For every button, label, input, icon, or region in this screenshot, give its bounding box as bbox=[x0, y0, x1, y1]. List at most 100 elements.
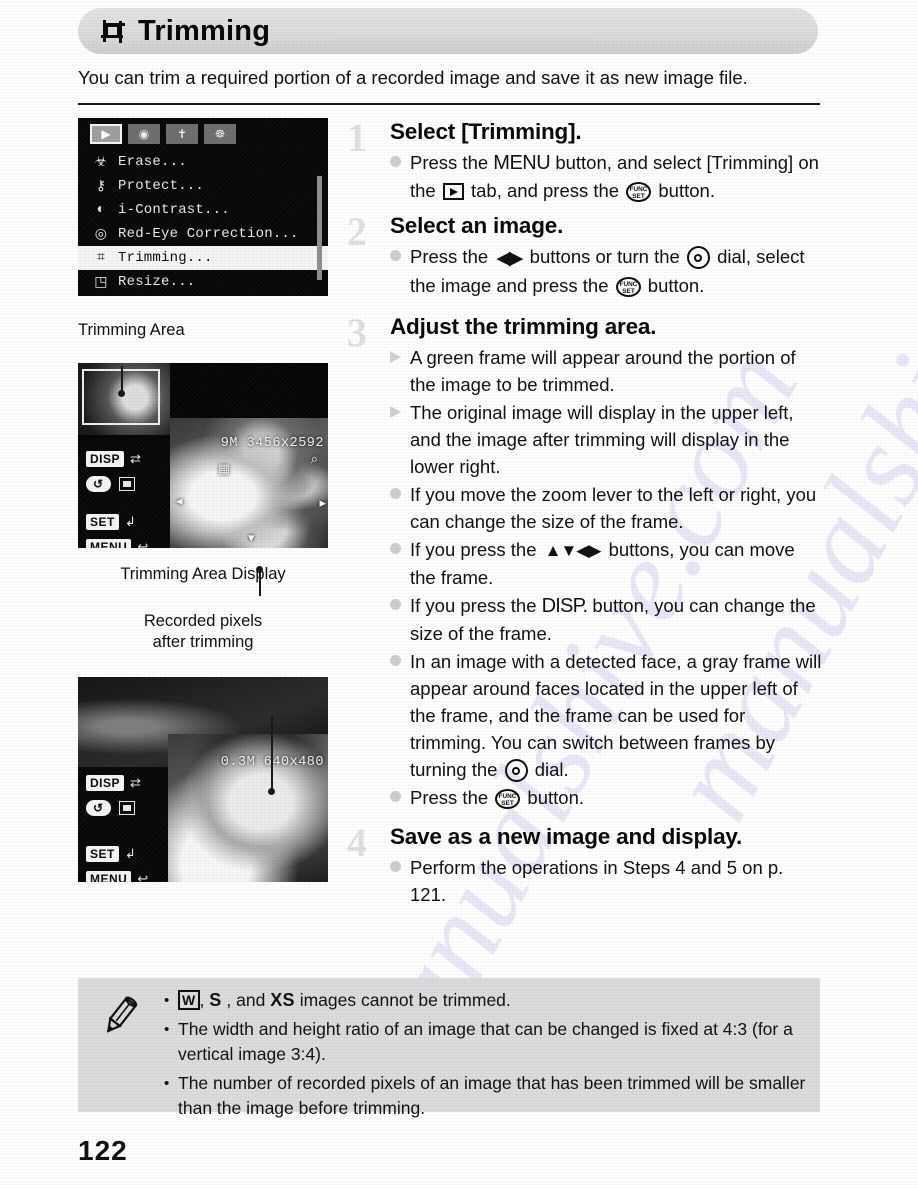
step-bullet: Press the MENU button, and select [Trimm… bbox=[390, 149, 822, 204]
disp-key-label: DISP bbox=[86, 775, 125, 791]
steps-column: 1 Select [Trimming]. Press the MENU butt… bbox=[347, 118, 822, 910]
hint-menu: MENU ↩ bbox=[86, 871, 148, 882]
bullet-dot-icon bbox=[390, 149, 410, 204]
func-set-button-glyph: FUNC SET bbox=[615, 277, 641, 297]
bullet-dot-icon bbox=[390, 784, 410, 811]
menu-item-red-eye-correction[interactable]: ◎ Red-Eye Correction... bbox=[78, 222, 328, 246]
hint-set: SET ↲ bbox=[86, 846, 148, 862]
step-bullet: Press the FUNC SET button. bbox=[390, 784, 822, 811]
recorded-pixels-caption-line2: after trimming bbox=[152, 633, 254, 651]
menu-item-trimming[interactable]: ⌗ Trimming... bbox=[78, 246, 328, 270]
face-select-icon bbox=[118, 477, 135, 491]
menu-item-i-contrast[interactable]: ◐ i-Contrast... bbox=[78, 198, 328, 222]
settings-tab[interactable]: ✝ bbox=[166, 124, 198, 144]
intro-text: You can trim a required portion of a rec… bbox=[78, 67, 748, 88]
note-bullet-icon: • bbox=[164, 1021, 170, 1038]
bullet-text: In an image with a detected face, a gray… bbox=[410, 651, 822, 782]
bullet-arrow-icon bbox=[390, 344, 410, 398]
bullet-text: A green frame will appear around the por… bbox=[410, 347, 796, 395]
resize-icon: ◳ bbox=[94, 274, 108, 291]
note-text: The number of recorded pixels of an imag… bbox=[178, 1073, 806, 1118]
step-bullet: In an image with a detected face, a gray… bbox=[390, 648, 822, 783]
menu-scrollbar[interactable] bbox=[317, 176, 322, 280]
menu-button-glyph: MENU bbox=[493, 152, 551, 174]
camera-menu-list: ☣ Erase... ⚷ Protect... ◐ i-Contrast... … bbox=[78, 150, 328, 294]
left-right-buttons-glyph: ◀▶ bbox=[496, 248, 523, 269]
menu-item-erase[interactable]: ☣ Erase... bbox=[78, 150, 328, 174]
trimming-area-caption: Trimming Area bbox=[78, 321, 185, 339]
rotate-key-icon: ↺ bbox=[86, 800, 111, 816]
menu-item-label: Trimming... bbox=[118, 250, 213, 266]
step-bullet: Perform the operations in Steps 4 and 5 … bbox=[390, 854, 822, 908]
red-eye-correction-icon: ◎ bbox=[94, 226, 108, 243]
camera-menu-screenshot: ▶ ◉ ✝ ☸ ☣ Erase... ⚷ Protect... ◐ i-Cont… bbox=[78, 118, 328, 296]
rotate-key-icon: ↺ bbox=[86, 476, 111, 492]
print-tab[interactable]: ☸ bbox=[204, 124, 236, 144]
notes-list: • W, S , and XS images cannot be trimmed… bbox=[164, 988, 806, 1125]
menu-item-resize[interactable]: ◳ Resize... bbox=[78, 270, 328, 294]
recorded-pixels-caption-line1: Recorded pixels bbox=[143, 612, 263, 630]
erase-icon: ☣ bbox=[94, 154, 108, 171]
bullet-text: Press the ◀▶ buttons or turn the dial, s… bbox=[410, 246, 805, 297]
camera-menu-tabs: ▶ ◉ ✝ ☸ bbox=[90, 124, 236, 144]
bullet-text: Press the FUNC SET button. bbox=[410, 787, 585, 809]
step-bullet: Press the ◀▶ buttons or turn the dial, s… bbox=[390, 243, 822, 299]
disp-key-label: DISP bbox=[86, 451, 125, 467]
i-contrast-icon: ◐ bbox=[96, 202, 106, 218]
original-image-thumbnail bbox=[78, 363, 170, 435]
hint-disp: DISP ⇄ bbox=[86, 451, 148, 467]
bullet-text: If you move the zoom lever to the left o… bbox=[410, 484, 817, 532]
note-text: The width and height ratio of an image t… bbox=[178, 1019, 793, 1064]
header-divider bbox=[78, 103, 820, 105]
shooting-tab[interactable]: ◉ bbox=[128, 124, 160, 144]
bullet-text: The original image will display in the u… bbox=[410, 402, 794, 477]
note-item: • W, S , and XS images cannot be trimmed… bbox=[164, 988, 806, 1013]
note-item: • The width and height ratio of an image… bbox=[164, 1017, 806, 1067]
control-dial-glyph bbox=[504, 759, 528, 782]
bullet-text: If you press the DISP. button, you can c… bbox=[410, 595, 816, 644]
step-bullet: The original image will display in the u… bbox=[390, 399, 822, 480]
step-2: 2 Select an image. Press the ◀▶ buttons … bbox=[347, 212, 822, 299]
step-number: 1 bbox=[347, 115, 367, 160]
menu-item-protect[interactable]: ⚷ Protect... bbox=[78, 174, 328, 198]
button-hints: DISP ⇄ ↺ SET ↲ MENU ↩ bbox=[86, 775, 148, 882]
face-frame-marker-icon: ▦ bbox=[217, 461, 230, 476]
menu-item-label: Red-Eye Correction... bbox=[118, 226, 299, 242]
step-bullet: If you press the ▲▼◀▶ buttons, you can m… bbox=[390, 536, 822, 591]
bullet-text: Perform the operations in Steps 4 and 5 … bbox=[410, 857, 784, 905]
step-heading: Adjust the trimming area. bbox=[390, 314, 657, 339]
size-xs-label: XS bbox=[270, 990, 295, 1010]
hint-rotate: ↺ bbox=[86, 800, 148, 816]
step-number: 3 bbox=[347, 310, 367, 355]
leader-line-trimming-area bbox=[121, 366, 123, 392]
left-figure-column: ▶ ◉ ✝ ☸ ☣ Erase... ⚷ Protect... ◐ i-Cont… bbox=[78, 118, 333, 882]
disp-hint-glyph: ⇄ bbox=[130, 451, 141, 466]
trimming-icon: ⌗ bbox=[96, 250, 106, 266]
step-1: 1 Select [Trimming]. Press the MENU butt… bbox=[347, 118, 822, 204]
trimming-crop-icon bbox=[100, 18, 126, 44]
left-arrow-marker-icon: ◂ bbox=[176, 493, 183, 508]
face-select-icon bbox=[118, 801, 135, 815]
step-heading: Select [Trimming]. bbox=[390, 119, 582, 144]
step-number: 4 bbox=[347, 820, 367, 865]
down-arrow-marker-icon: ▾ bbox=[248, 530, 255, 545]
right-arrow-marker-icon: ▸ bbox=[319, 495, 326, 510]
step-heading: Select an image. bbox=[390, 213, 564, 238]
step-bullet: If you move the zoom lever to the left o… bbox=[390, 481, 822, 535]
menu-hint-glyph: ↩ bbox=[137, 871, 149, 882]
bullet-dot-icon bbox=[390, 243, 410, 299]
playback-tab[interactable]: ▶ bbox=[90, 124, 122, 144]
page-title: Trimming bbox=[138, 14, 271, 47]
bullet-text: If you press the ▲▼◀▶ buttons, you can m… bbox=[410, 539, 795, 588]
hint-menu: MENU ↩ bbox=[86, 539, 148, 548]
menu-key-label: MENU bbox=[86, 871, 132, 882]
button-hints: DISP ⇄ ↺ SET ↲ MENU ↩ bbox=[86, 451, 148, 548]
resolution-label: 9M 3456x2592 bbox=[220, 436, 324, 451]
step-bullet: If you press the DISP. button, you can c… bbox=[390, 592, 822, 647]
leader-dot-trimming-area bbox=[118, 390, 125, 397]
set-hint-glyph: ↲ bbox=[124, 846, 136, 861]
menu-item-label: Resize... bbox=[118, 274, 196, 290]
leader-dot-trimming-display bbox=[256, 566, 263, 573]
note-item: • The number of recorded pixels of an im… bbox=[164, 1071, 806, 1121]
zoom-magnifier-icon: ⌕ bbox=[310, 451, 318, 466]
